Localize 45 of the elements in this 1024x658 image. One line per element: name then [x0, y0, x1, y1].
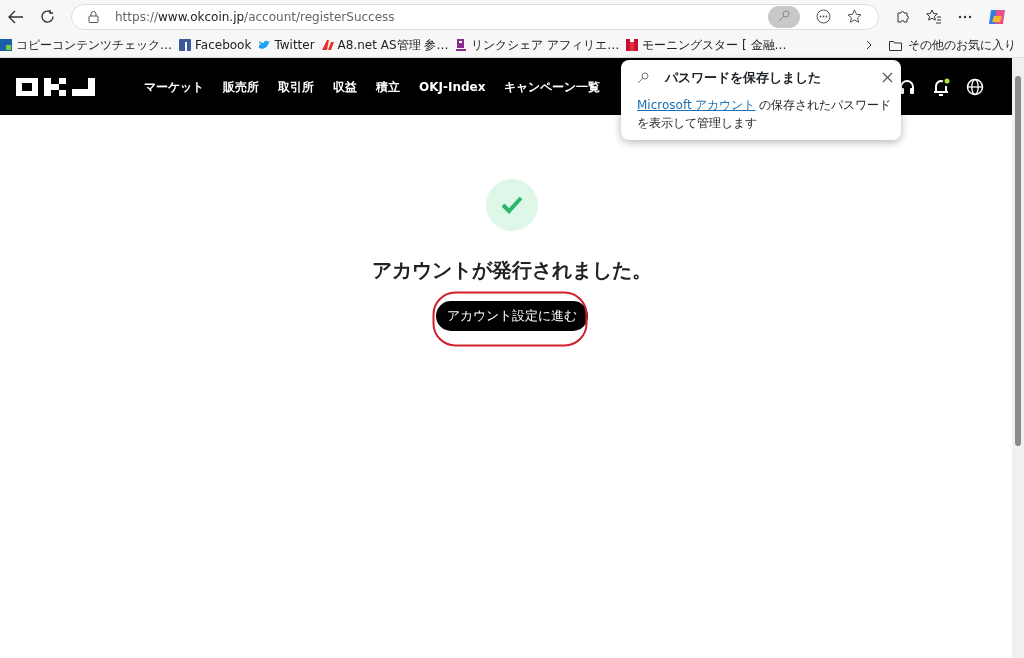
favorites-icon[interactable] — [926, 9, 942, 24]
copilot-icon[interactable] — [988, 7, 1006, 26]
lock-icon — [88, 10, 99, 23]
bookmark-link[interactable]: モーニングスター [ 金融… — [642, 36, 787, 54]
popup-title: パスワードを保存しました — [665, 69, 822, 87]
close-icon[interactable] — [882, 72, 893, 84]
bookmark-icon — [455, 39, 468, 51]
nav-link[interactable]: 積立 — [376, 77, 400, 96]
logo[interactable] — [16, 75, 96, 98]
address-bar[interactable]: https://www.okcoin.jp/account/registerSuccess — [71, 3, 879, 30]
bookmark-icon — [321, 39, 334, 51]
success-icon — [486, 179, 538, 231]
bookmark-link[interactable]: Twitter — [274, 36, 315, 54]
nav-link[interactable]: マーケット — [144, 77, 204, 96]
chevron-icon[interactable] — [866, 40, 873, 50]
nav-link[interactable]: 収益 — [333, 77, 357, 96]
bookmark-icon — [0, 39, 12, 51]
menu-icon[interactable] — [958, 14, 972, 19]
bookmark-icon — [179, 39, 191, 51]
other-favorites-link[interactable]: その他のお気に入り — [908, 36, 1016, 54]
globe-icon[interactable] — [966, 77, 984, 96]
bookmark-link[interactable]: Facebook — [195, 36, 252, 54]
more-icon[interactable] — [816, 9, 831, 24]
nav-link[interactable]: 取引所 — [278, 77, 314, 96]
popup-message: Microsoft アカウント の保存されたパスワードを表示して管理します — [637, 96, 893, 132]
bookmark-link[interactable]: A8.net AS管理 参… — [337, 36, 449, 54]
account-settings-button[interactable]: アカウント設定に進む — [436, 301, 588, 331]
url-text: https://www.okcoin.jp/account/registerSuccess — [115, 8, 396, 26]
star-icon[interactable] — [847, 9, 862, 24]
nav-link[interactable]: キャンペーン一覧 — [504, 77, 601, 96]
nav-link[interactable]: 販売所 — [223, 77, 259, 96]
refresh-icon[interactable] — [40, 9, 55, 24]
microsoft-account-link[interactable]: Microsoft アカウント — [637, 97, 756, 112]
bookmark-link[interactable]: リンクシェア アフィリエ… — [471, 36, 620, 54]
back-icon[interactable] — [8, 9, 24, 24]
puzzle-icon[interactable] — [895, 9, 910, 24]
bookmark-link[interactable]: コピーコンテンツチェック… — [16, 36, 172, 54]
scrollbar[interactable] — [1012, 58, 1024, 658]
nav-link[interactable]: OKJ-Index — [419, 77, 486, 96]
folder-icon — [889, 39, 902, 51]
bell-icon[interactable] — [932, 77, 950, 96]
bookmark-icon — [626, 39, 639, 51]
headset-icon[interactable] — [898, 77, 916, 96]
success-title: アカウントが発行されました。 — [372, 257, 652, 284]
bookmark-icon — [258, 39, 271, 51]
